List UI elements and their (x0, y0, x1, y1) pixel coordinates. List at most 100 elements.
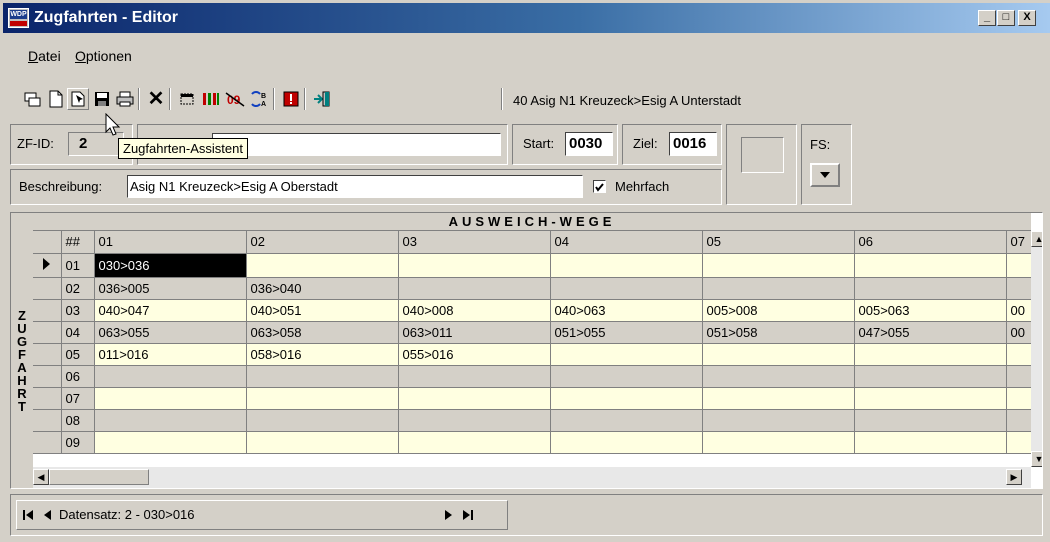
column-header[interactable]: 01 (94, 231, 247, 254)
ziel-field[interactable]: 0016 (669, 132, 717, 156)
grid-cell[interactable] (246, 409, 399, 432)
grid-cell[interactable]: 005>008 (702, 299, 855, 322)
grid-cell[interactable] (854, 343, 1007, 366)
next-record-button[interactable] (439, 505, 457, 525)
grid-cell[interactable] (246, 431, 399, 454)
row-indicator[interactable] (33, 299, 62, 322)
grid-cell[interactable] (854, 277, 1007, 300)
grid-cell[interactable] (94, 409, 247, 432)
grid-cell[interactable] (702, 277, 855, 300)
scroll-up-button[interactable]: ▲ (1031, 231, 1042, 247)
table-row[interactable]: 01 030>036 (33, 253, 1032, 278)
grid-cell[interactable]: 055>016 (398, 343, 551, 366)
column-header[interactable]: 06 (854, 231, 1007, 254)
grid-cell[interactable]: 063>058 (246, 321, 399, 344)
row-indicator[interactable] (33, 343, 62, 366)
grid-cell[interactable] (550, 431, 703, 454)
grid-cell[interactable] (1006, 409, 1032, 432)
table-row[interactable]: 08 (33, 409, 1032, 432)
menu-optionen[interactable]: Optionen (75, 48, 132, 64)
row-indicator[interactable] (33, 321, 62, 344)
grid-cell[interactable]: 047>055 (854, 321, 1007, 344)
grid-cell[interactable] (702, 409, 855, 432)
scroll-thumb[interactable] (49, 469, 149, 485)
warning-icon[interactable] (280, 88, 302, 110)
table-row[interactable]: 07 (33, 387, 1032, 410)
column-header[interactable]: 04 (550, 231, 703, 254)
row-indicator[interactable] (33, 431, 62, 454)
start-field[interactable]: 0030 (565, 132, 613, 156)
vertical-scrollbar[interactable]: ▲ ▼ (1031, 231, 1042, 467)
grid-cell[interactable]: 00 (1006, 321, 1032, 344)
row-indicator[interactable] (33, 365, 62, 388)
table-row[interactable]: 06 (33, 365, 1032, 388)
new-document-icon[interactable] (45, 88, 67, 110)
grid-cell[interactable]: 040>047 (94, 299, 247, 322)
grid-cell[interactable] (398, 409, 551, 432)
row-indicator[interactable] (33, 277, 62, 300)
mehrfach-checkbox[interactable] (593, 180, 606, 193)
grid-cell[interactable]: 051>058 (702, 321, 855, 344)
grid-cell[interactable] (702, 365, 855, 388)
last-record-button[interactable] (459, 505, 477, 525)
fs-dropdown-button[interactable] (810, 163, 840, 187)
scroll-left-button[interactable]: ◀ (33, 469, 49, 485)
number-09-icon[interactable]: 09 (224, 88, 246, 110)
grid-cell[interactable]: 058>016 (246, 343, 399, 366)
column-header[interactable]: 03 (398, 231, 551, 254)
ab-swap-icon[interactable]: BA (248, 88, 270, 110)
grid-cell[interactable] (398, 387, 551, 410)
grid-cell[interactable]: 00 (1006, 299, 1032, 322)
grid-cell[interactable]: 063>055 (94, 321, 247, 344)
grid-cell[interactable]: 005>063 (854, 299, 1007, 322)
column-header[interactable]: 02 (246, 231, 399, 254)
app-icon[interactable]: WDP (8, 8, 29, 28)
grid-cell[interactable] (94, 387, 247, 410)
grid-cell[interactable] (94, 365, 247, 388)
save-icon[interactable] (91, 88, 113, 110)
table-row[interactable]: 03 040>047 040>051 040>008 040>063 005>008 005… (33, 299, 1032, 322)
minimize-button[interactable]: _ (978, 10, 996, 26)
scroll-down-button[interactable]: ▼ (1031, 451, 1042, 467)
grid-cell[interactable] (550, 409, 703, 432)
menu-datei[interactable]: Datei (28, 48, 61, 64)
previous-record-button[interactable] (39, 505, 57, 525)
grid-cell[interactable] (398, 365, 551, 388)
grid-cell[interactable] (854, 387, 1007, 410)
grid-cell[interactable] (854, 409, 1007, 432)
title-bar[interactable]: WDP Zugfahrten - Editor _ □ X (3, 3, 1050, 33)
grid-cell[interactable] (1006, 253, 1032, 278)
grid-cell[interactable] (702, 431, 855, 454)
horizontal-scrollbar[interactable]: ◀ ▶ (33, 467, 1031, 488)
column-header[interactable]: ## (61, 231, 95, 254)
print-icon[interactable] (114, 88, 136, 110)
grid-cell[interactable]: 051>055 (550, 321, 703, 344)
grid-cell[interactable] (854, 365, 1007, 388)
grid-cell[interactable] (1006, 343, 1032, 366)
grid-cell[interactable] (702, 343, 855, 366)
column-header[interactable]: 07 (1006, 231, 1032, 254)
close-button[interactable]: X (1018, 10, 1036, 26)
grid-cell[interactable] (94, 431, 247, 454)
grid-cell[interactable] (398, 253, 551, 278)
grid-cell[interactable] (550, 387, 703, 410)
zugfahrt-name-input[interactable] (212, 133, 501, 156)
grid-cell[interactable] (1006, 365, 1032, 388)
grid-cell[interactable] (702, 387, 855, 410)
grid-cell[interactable]: 063>011 (398, 321, 551, 344)
grid-cell[interactable] (550, 343, 703, 366)
row-indicator[interactable] (33, 387, 62, 410)
grid-layout-icon[interactable] (22, 88, 44, 110)
grid-cell[interactable] (854, 253, 1007, 278)
grid-cell[interactable] (246, 365, 399, 388)
grid-cell[interactable] (1006, 431, 1032, 454)
grid-cell[interactable] (398, 277, 551, 300)
delete-icon[interactable]: ✕ (145, 88, 167, 110)
grid-cell[interactable]: 040>063 (550, 299, 703, 322)
row-indicator[interactable] (33, 253, 62, 278)
exit-icon[interactable] (311, 88, 333, 110)
wizard-icon[interactable] (67, 88, 89, 110)
column-header[interactable]: 05 (702, 231, 855, 254)
grid-cell[interactable] (550, 365, 703, 388)
grid-cell[interactable]: 030>036 (94, 253, 247, 278)
